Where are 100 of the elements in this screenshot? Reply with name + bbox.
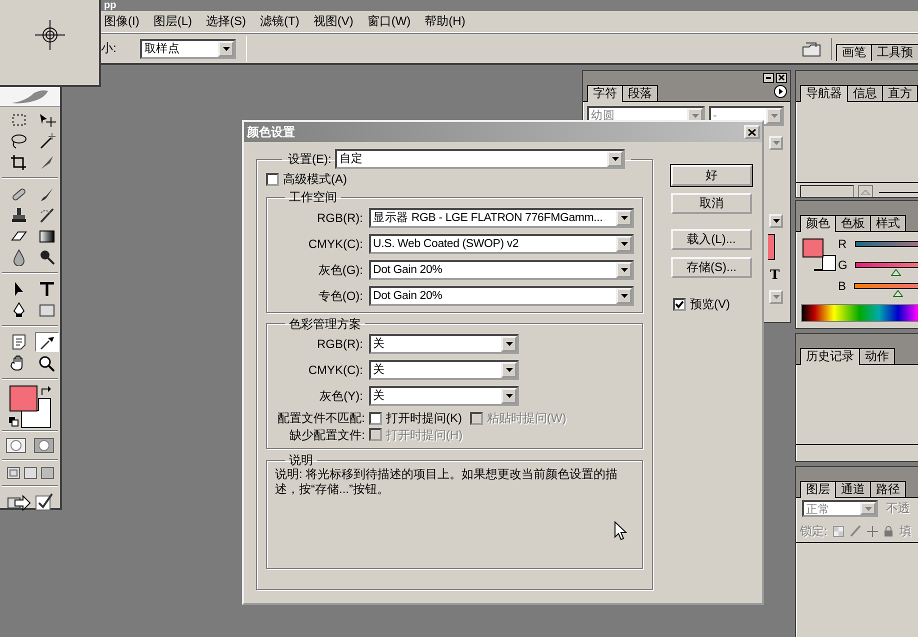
cursor-icon (614, 521, 627, 541)
panel-tab[interactable]: 图层 (800, 481, 836, 498)
caret-icon (222, 46, 231, 52)
menu-item[interactable]: 视图(V) (313, 14, 354, 29)
panel-tab[interactable]: 动作 (859, 348, 895, 364)
caret-icon (770, 113, 778, 119)
profile-dropdown[interactable]: 关 (369, 386, 519, 406)
field-label: CMYK(C): (307, 236, 364, 251)
menu-item[interactable]: 滤镜(T) (260, 14, 300, 29)
foreground-color-swatch[interactable] (802, 238, 824, 258)
lock-icon[interactable] (884, 526, 894, 537)
dialog-button[interactable]: 好 (671, 165, 752, 186)
opacity-label: 不透 (886, 501, 910, 516)
style-button[interactable]: T (770, 268, 780, 284)
profile-dropdown[interactable]: U.S. Web Coated (SWOP) v2 (369, 234, 634, 254)
color-spectrum[interactable] (801, 304, 918, 322)
checkbox[interactable] (266, 172, 279, 186)
stamp-icon[interactable] (9, 206, 29, 224)
caret-icon (772, 140, 780, 146)
palette-tab[interactable]: 画笔 (836, 44, 872, 60)
zoom-out-button[interactable] (858, 185, 874, 197)
profile-dropdown[interactable]: Dot Gain 20% (369, 286, 634, 306)
zoom-icon[interactable] (37, 354, 57, 372)
checkbox-label[interactable]: 高级模式(A) (283, 172, 347, 186)
zoom-field[interactable] (800, 185, 854, 197)
field-label: RGB(R): (316, 210, 364, 225)
close-icon (778, 74, 785, 81)
caret-icon (772, 294, 780, 300)
quick-mask-icon[interactable] (34, 438, 54, 453)
dialog-button[interactable]: 存储(S)... (671, 257, 752, 278)
slider-label: G (838, 258, 848, 272)
full-screen-menu-icon[interactable] (24, 467, 36, 479)
swap-arrow-icon[interactable] (40, 385, 52, 397)
dialog-button[interactable]: 取消 (671, 193, 752, 214)
window-mode-icon[interactable] (6, 467, 20, 479)
profile-dropdown[interactable]: 显示器 RGB - LGE FLATRON 776FMGamm... (369, 208, 634, 228)
checkmark-icon[interactable] (35, 493, 53, 511)
panel-tab[interactable]: 色板 (835, 215, 871, 231)
checkbox-label[interactable]: 打开时提问(K) (386, 411, 462, 426)
full-screen-icon[interactable] (40, 467, 54, 479)
panel-tab[interactable]: 导航器 (800, 85, 848, 102)
slider-label: R (838, 236, 847, 252)
dialog-title: 颜色设置 (247, 124, 295, 140)
close-icon (748, 128, 756, 136)
checkbox[interactable] (673, 298, 686, 311)
jump-to-icon[interactable] (7, 493, 31, 511)
background-color-swatch[interactable] (21, 398, 51, 428)
blend-mode-dropdown[interactable]: 正常 (802, 500, 878, 517)
menu-item[interactable]: 窗口(W) (367, 14, 411, 29)
close-button[interactable] (776, 72, 787, 82)
field-label: 配置文件不匹配: (276, 411, 366, 426)
checker-icon[interactable] (833, 526, 844, 537)
caret-icon (864, 506, 872, 512)
field-label: 缺少配置文件: (288, 428, 366, 442)
profile-dropdown[interactable]: 关 (369, 334, 519, 354)
crop-icon[interactable] (9, 153, 29, 171)
palette-tab[interactable]: 工具预 (871, 44, 918, 60)
profile-dropdown[interactable]: 关 (369, 360, 519, 380)
sample-size-dropdown[interactable]: 取样点 (140, 38, 236, 58)
group-title: 色彩管理方案 (288, 316, 362, 332)
color-swatch[interactable] (768, 234, 775, 260)
lasso-icon[interactable] (9, 132, 29, 150)
minimize-button[interactable] (763, 72, 774, 82)
panel-tab[interactable]: 直方 (882, 85, 918, 101)
caret-icon (504, 393, 514, 400)
checkbox[interactable] (369, 412, 382, 425)
foreground-color-swatch[interactable] (9, 385, 38, 412)
type-tool-icon[interactable] (37, 280, 57, 298)
option-label: 小: (101, 41, 116, 56)
panel-tab[interactable]: 信息 (847, 85, 883, 101)
crosshair-icon (34, 20, 64, 50)
panel-tab[interactable]: 颜色 (800, 215, 836, 232)
profile-dropdown[interactable]: Dot Gain 20% (369, 260, 634, 280)
move-icon[interactable] (37, 111, 57, 129)
menu-item[interactable]: 选择(S) (206, 14, 246, 29)
menu-item[interactable]: 帮助(H) (424, 14, 466, 29)
group-title: 说明 (288, 452, 314, 468)
default-colors-icon[interactable] (9, 417, 19, 427)
slider-label: B (838, 278, 846, 294)
fill-label: 填 (899, 524, 912, 538)
caret-icon (620, 214, 628, 221)
mountain-icon (861, 190, 870, 194)
minimize-icon (765, 74, 772, 81)
panel-tab[interactable]: 段落 (622, 85, 658, 101)
panel-tab[interactable]: 字符 (587, 85, 623, 102)
menu-item[interactable]: 图层(L) (153, 14, 192, 29)
menu-item[interactable]: 图像(I) (104, 14, 140, 29)
panel-tab[interactable]: 通道 (835, 481, 871, 497)
standard-mode-icon[interactable] (6, 438, 26, 453)
panel-tab[interactable]: 样式 (870, 215, 906, 231)
field-label: CMYK(C): (307, 362, 364, 378)
panel-tab[interactable]: 路径 (870, 481, 906, 497)
panel-tab[interactable]: 历史记录 (800, 348, 860, 365)
caret-icon (620, 240, 628, 247)
caret-icon (610, 156, 620, 162)
dialog-button[interactable]: 载入(L)... (671, 229, 752, 250)
panel-menu-icon[interactable] (774, 85, 787, 98)
checkbox-label[interactable]: 预览(V) (690, 297, 730, 312)
dropdown-button[interactable] (769, 214, 783, 228)
settings-dropdown[interactable]: 自定 (335, 149, 626, 169)
